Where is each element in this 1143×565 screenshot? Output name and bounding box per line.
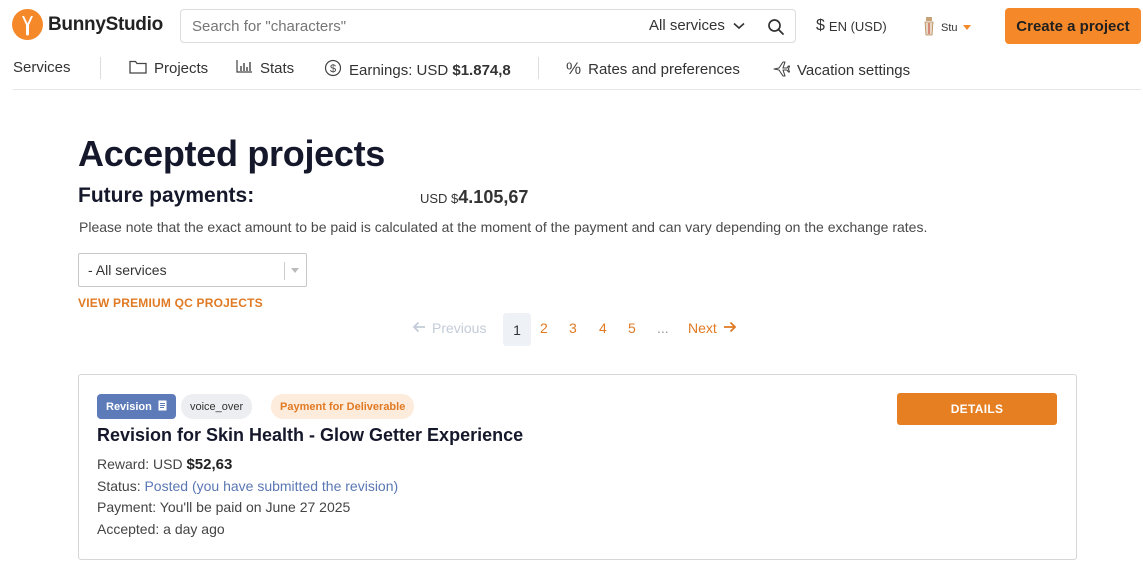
currency-selector[interactable]: $ EN (USD) (816, 17, 887, 35)
user-menu[interactable]: Stu (922, 16, 971, 39)
logo-text: BunnyStudio (48, 13, 163, 35)
caret-down-icon (962, 22, 971, 34)
svg-text:$: $ (330, 63, 336, 75)
next-page-button[interactable]: Next (688, 320, 737, 336)
nav-services[interactable]: Services (13, 59, 71, 76)
chevron-down-icon (733, 17, 745, 34)
folder-icon (129, 59, 147, 78)
nav-divider-line (13, 89, 1141, 90)
page-3-button[interactable]: 3 (569, 320, 577, 336)
nav-stats-label: Stats (260, 59, 295, 77)
exchange-rate-note: Please note that the exact amount to be … (79, 219, 928, 235)
future-payments-value: 4.105,67 (458, 187, 529, 207)
future-payments-amount: USD $4.105,67 (420, 187, 528, 208)
pagination-ellipsis: ... (657, 320, 669, 336)
nav-rates-label: Rates and preferences (588, 60, 740, 78)
select-divider (284, 262, 285, 280)
service-filter-value: - All services (88, 262, 167, 278)
airplane-icon (772, 59, 791, 81)
nav-vacation-label: Vacation settings (797, 61, 911, 79)
premium-qc-projects-link[interactable]: VIEW PREMIUM QC PROJECTS (78, 296, 263, 310)
nav-earnings[interactable]: $ Earnings: USD $1.874,8 (324, 59, 511, 81)
service-badge: voice_over (181, 394, 253, 419)
nav-projects-label: Projects (154, 60, 209, 77)
reward-label: Reward: USD (97, 456, 187, 472)
previous-page-button[interactable]: Previous (412, 320, 486, 336)
status-value: Posted (you have submitted the revision) (144, 478, 399, 494)
bunny-logo-icon (12, 9, 43, 40)
accepted-line: Accepted: a day ago (97, 521, 225, 537)
service-filter-select[interactable]: - All services (78, 253, 307, 287)
dollar-icon: $ (816, 17, 825, 34)
next-label: Next (688, 320, 717, 336)
arrow-right-icon (723, 320, 737, 336)
revision-badge: Revision (97, 394, 176, 419)
page-5-button[interactable]: 5 (628, 320, 636, 336)
nav-vacation[interactable]: Vacation settings (772, 59, 910, 81)
page-2-button[interactable]: 2 (540, 320, 548, 336)
search-icon[interactable] (765, 16, 787, 38)
nav-projects[interactable]: Projects (129, 59, 208, 78)
service-select[interactable]: All services (649, 17, 745, 34)
top-bar: BunnyStudio All services $ EN (USD) Stu … (0, 0, 1143, 52)
nav-rates[interactable]: % Rates and preferences (566, 59, 740, 79)
reward-value: $52,63 (186, 456, 233, 473)
status-line: Status: Posted (you have submitted the r… (97, 478, 398, 494)
percent-icon: % (566, 59, 582, 78)
future-payments-currency: USD $ (420, 191, 459, 206)
reward-line: Reward: USD $52,63 (97, 456, 232, 473)
page-1-button[interactable]: 1 (503, 313, 531, 346)
details-button[interactable]: DETAILS (897, 393, 1057, 425)
earnings-amount: $1.874,8 (452, 61, 511, 79)
nav-stats[interactable]: Stats (236, 59, 294, 77)
nav-divider (538, 57, 539, 79)
project-card: Revision voice_over Payment for Delivera… (78, 374, 1077, 560)
avatar (922, 16, 936, 39)
main-nav: Services Projects Stats $ Earnings: USD … (0, 53, 1143, 89)
arrow-left-icon (412, 320, 426, 336)
bar-chart-icon (236, 59, 253, 77)
payment-type-badge: Payment for Deliverable (271, 394, 415, 419)
service-select-value: All services (649, 17, 725, 34)
logo[interactable]: BunnyStudio (12, 9, 163, 40)
search-bar: All services (180, 9, 796, 43)
earnings-label: Earnings: USD (349, 61, 453, 79)
page-4-button[interactable]: 4 (599, 320, 607, 336)
revision-badge-label: Revision (106, 400, 152, 413)
nav-services-label: Services (13, 59, 71, 76)
pagination: Previous 1 2 3 4 5 ... Next (0, 312, 1143, 346)
currency-label: EN (USD) (828, 18, 887, 34)
previous-label: Previous (432, 320, 487, 336)
future-payments-label: Future payments: (78, 184, 255, 207)
nav-divider (100, 57, 101, 79)
dropdown-arrow-icon (291, 268, 299, 273)
user-name: Stu (941, 21, 958, 34)
document-icon (158, 400, 167, 414)
coin-icon: $ (324, 59, 342, 81)
page-title: Accepted projects (78, 133, 385, 174)
nav-earnings-label: Earnings: USD $1.874,8 (349, 62, 511, 79)
status-label: Status: (97, 478, 145, 494)
search-input[interactable] (181, 11, 636, 41)
project-title[interactable]: Revision for Skin Health - Glow Getter E… (97, 425, 523, 446)
payment-line: Payment: You'll be paid on June 27 2025 (97, 499, 351, 515)
create-project-button[interactable]: Create a project (1005, 8, 1141, 44)
